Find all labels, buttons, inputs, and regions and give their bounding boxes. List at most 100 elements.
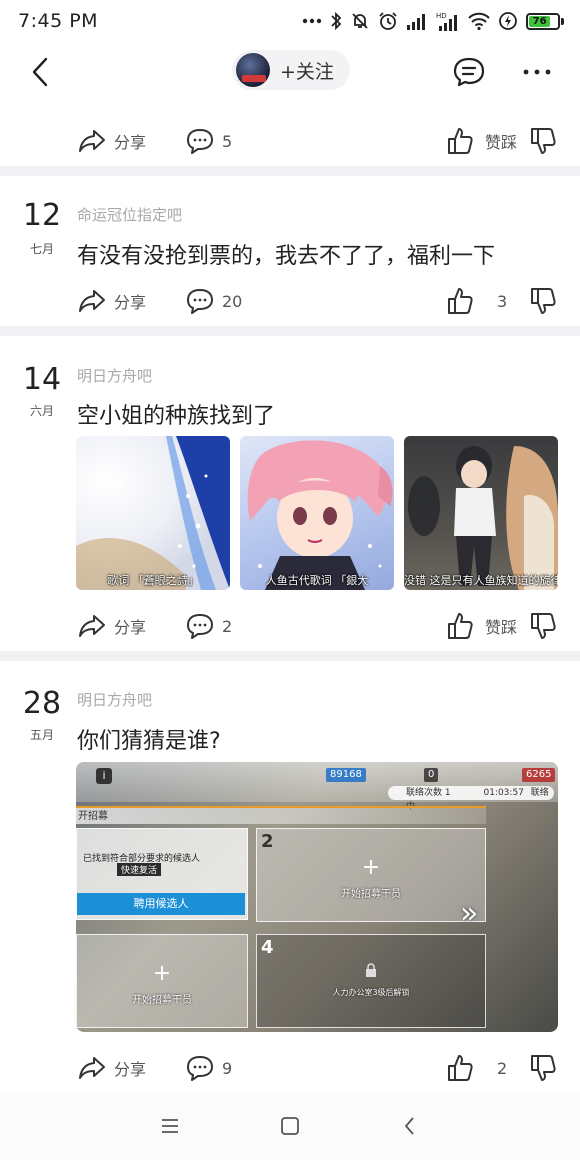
share-button[interactable]: 分享 bbox=[78, 121, 146, 161]
share-icon bbox=[79, 615, 105, 637]
post-actions-row: 分享 2 赞踩 bbox=[0, 606, 580, 646]
game-stat-1: 89168 bbox=[326, 768, 366, 782]
post-forum[interactable]: 明日方舟吧 bbox=[77, 365, 152, 386]
share-button[interactable]: 分享 bbox=[78, 1048, 146, 1088]
share-icon bbox=[79, 1057, 105, 1079]
post-forum[interactable]: 命运冠位指定吧 bbox=[77, 204, 182, 225]
post-image[interactable]: 没错 这是只有人鱼族知道的旋律 bbox=[404, 436, 558, 590]
post-actions-row: 分享 9 2 bbox=[0, 1048, 580, 1088]
post-forum[interactable]: 明日方舟吧 bbox=[77, 689, 152, 710]
signal-hd-icon: HD bbox=[436, 11, 460, 31]
image-caption: 没错 这是只有人鱼族知道的旋律 bbox=[404, 574, 558, 587]
share-label: 分享 bbox=[114, 618, 147, 637]
back-chevron-icon bbox=[404, 1117, 414, 1135]
image-caption: 歌词 「蒼眼之詩」 bbox=[107, 574, 199, 587]
thumbs-up-icon bbox=[448, 128, 473, 154]
alarm-icon bbox=[378, 11, 398, 31]
plus-icon: + bbox=[361, 855, 381, 880]
menu-button[interactable] bbox=[158, 1114, 182, 1138]
mute-bell-icon bbox=[350, 11, 370, 31]
section-divider bbox=[0, 326, 580, 336]
section-divider bbox=[0, 166, 580, 176]
comment-button[interactable]: 2 bbox=[186, 606, 232, 646]
thumbs-down-icon bbox=[531, 1055, 556, 1081]
post-image[interactable]: 人鱼古代歌词 「銀大 bbox=[240, 436, 394, 590]
message-button[interactable] bbox=[452, 56, 486, 88]
game-slot-2: 2 + 开始招募干员 bbox=[256, 828, 486, 922]
timer-value: 01:03:57 bbox=[483, 788, 524, 798]
system-back-button[interactable] bbox=[398, 1114, 422, 1138]
post-month: 六月 bbox=[29, 404, 54, 418]
comment-count: 2 bbox=[222, 616, 233, 636]
signal-icon bbox=[406, 11, 428, 31]
like-button[interactable]: 2 bbox=[447, 1048, 507, 1088]
share-button[interactable]: 分享 bbox=[78, 281, 146, 321]
comment-count: 9 bbox=[222, 1058, 233, 1078]
section-divider bbox=[0, 651, 580, 661]
anime-girl-illustration bbox=[247, 440, 393, 590]
comment-button[interactable]: 5 bbox=[186, 121, 232, 161]
thumbs-up-icon bbox=[448, 288, 473, 314]
slot-number: 4 bbox=[261, 937, 274, 958]
status-time: 7:45 PM bbox=[18, 10, 99, 32]
like-button[interactable]: 3 bbox=[447, 281, 507, 321]
home-square-icon bbox=[281, 1117, 299, 1135]
share-label: 分享 bbox=[114, 293, 147, 312]
post-title[interactable]: 有没有没抢到票的，我去不了了，福利一下 bbox=[77, 238, 495, 270]
game-stat-2: 0 bbox=[424, 768, 439, 782]
comment-button[interactable]: 20 bbox=[186, 281, 242, 321]
game-slot-4: 4 人力办公室3级后解锁 bbox=[256, 934, 486, 1028]
lock-icon bbox=[257, 963, 485, 981]
battery-level: 76 bbox=[529, 15, 551, 27]
dislike-button[interactable] bbox=[530, 121, 556, 161]
menu-icon bbox=[162, 1119, 178, 1133]
more-button[interactable] bbox=[520, 56, 554, 88]
share-button[interactable]: 分享 bbox=[78, 606, 146, 646]
more-horizontal-icon bbox=[523, 69, 551, 75]
thumbs-down-icon bbox=[531, 613, 556, 639]
dislike-button[interactable] bbox=[530, 1048, 556, 1088]
top-nav-bar: +关注 bbox=[0, 42, 580, 102]
avatar[interactable] bbox=[236, 53, 270, 87]
post-actions-row: 分享 20 3 bbox=[0, 281, 580, 321]
like-dislike-label: 赞踩 bbox=[485, 133, 518, 152]
post-month: 七月 bbox=[29, 242, 54, 256]
post-title[interactable]: 你们猜猜是谁? bbox=[77, 723, 221, 755]
game-slot-3: + 开始招募干员 bbox=[76, 934, 248, 1028]
svg-text:HD: HD bbox=[436, 12, 447, 20]
share-icon bbox=[79, 290, 105, 312]
post-image[interactable]: 歌词 「蒼眼之詩」 bbox=[76, 436, 230, 590]
thumbs-down-icon bbox=[531, 288, 556, 314]
back-button[interactable] bbox=[26, 56, 56, 88]
plus-icon: + bbox=[152, 961, 172, 986]
dislike-button[interactable] bbox=[530, 606, 556, 646]
like-count: 2 bbox=[497, 1058, 508, 1078]
post-day: 28 bbox=[22, 686, 62, 721]
post-title[interactable]: 空小姐的种族找到了 bbox=[77, 398, 275, 430]
like-count: 3 bbox=[497, 291, 508, 311]
post-day: 14 bbox=[22, 362, 62, 397]
next-arrow-icon: » bbox=[460, 896, 479, 931]
comment-button[interactable]: 9 bbox=[186, 1048, 232, 1088]
thumbs-up-icon bbox=[448, 613, 473, 639]
image-caption: 人鱼古代歌词 「銀大 bbox=[265, 574, 369, 587]
comment-count: 20 bbox=[222, 291, 243, 311]
comment-icon bbox=[187, 129, 213, 154]
home-button[interactable] bbox=[278, 1114, 302, 1138]
chat-bubble-icon bbox=[453, 57, 485, 87]
comment-count: 5 bbox=[222, 131, 233, 151]
wifi-icon bbox=[468, 11, 490, 31]
post-image[interactable]: i 89168 0 6265 联络次数 1 01:03:57 联络中 开招募 已… bbox=[76, 762, 558, 1032]
like-button[interactable]: 赞踩 bbox=[447, 121, 517, 161]
bluetooth-icon bbox=[330, 11, 342, 31]
comment-icon bbox=[187, 1056, 213, 1081]
follow-pill[interactable]: +关注 bbox=[232, 50, 350, 90]
status-bar: 7:45 PM HD 76 bbox=[0, 0, 580, 42]
thumbs-down-icon bbox=[531, 128, 556, 154]
anime-scene-illustration bbox=[408, 446, 558, 590]
follow-button[interactable]: +关注 bbox=[280, 57, 334, 84]
dislike-button[interactable] bbox=[530, 281, 556, 321]
game-slot-1: 已找到符合部分要求的候选人 快速复活 聘用候选人 bbox=[76, 828, 248, 920]
like-button[interactable]: 赞踩 bbox=[447, 606, 517, 646]
share-label: 分享 bbox=[114, 1060, 147, 1079]
